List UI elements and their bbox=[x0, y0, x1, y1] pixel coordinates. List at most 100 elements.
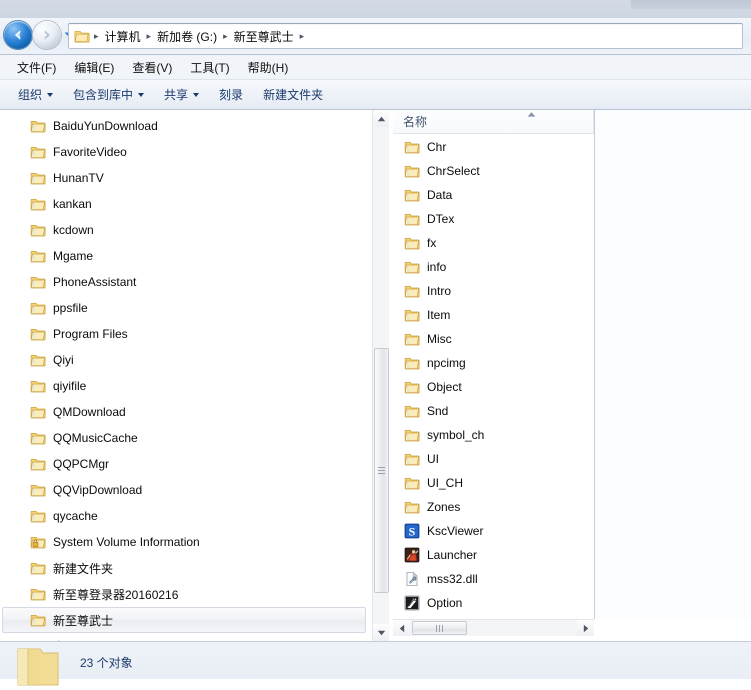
tree-item-label: Mgame bbox=[53, 249, 94, 263]
tree-item[interactable]: HunanTV bbox=[0, 165, 372, 191]
file-list-row[interactable]: ChrSelect bbox=[393, 159, 594, 183]
folder-icon bbox=[404, 382, 420, 394]
tree-item[interactable]: QQVipDownload bbox=[0, 477, 372, 503]
navigation-tree-pane[interactable]: BaiduYunDownload FavoriteVideo HunanTV kank… bbox=[0, 110, 372, 641]
file-list-row[interactable]: UI_CH bbox=[393, 471, 594, 495]
menu-item-3[interactable]: 工具(T) bbox=[181, 56, 238, 79]
breadcrumb-item-1[interactable]: 新加卷 (G:) bbox=[153, 26, 221, 47]
toolbar-button-3[interactable]: 刻录 bbox=[209, 82, 253, 107]
toolbar-button-4[interactable]: 新建文件夹 bbox=[253, 82, 333, 107]
file-list-row[interactable]: Item bbox=[393, 303, 594, 327]
file-list-row-label: Snd bbox=[427, 404, 449, 418]
horizontal-scroll-thumb[interactable] bbox=[412, 621, 467, 635]
tree-item[interactable]: System Volume Information bbox=[0, 529, 372, 555]
file-list-row[interactable]: fx bbox=[393, 231, 594, 255]
menu-item-0[interactable]: 文件(F) bbox=[8, 56, 65, 79]
tree-item-label: 新至尊武士 bbox=[53, 613, 114, 628]
scroll-right-button[interactable] bbox=[577, 620, 594, 636]
breadcrumb-item-2[interactable]: 新至尊武士 bbox=[230, 26, 298, 47]
tree-item[interactable]: Program Files bbox=[0, 321, 372, 347]
tree-item[interactable]: PhoneAssistant bbox=[0, 269, 372, 295]
column-header-name[interactable]: 名称 bbox=[393, 110, 594, 134]
breadcrumb-separator[interactable]: ▸ bbox=[298, 31, 307, 41]
tree-item[interactable]: qycache bbox=[0, 503, 372, 529]
folder-icon bbox=[74, 31, 90, 43]
file-list-row[interactable]: Zones bbox=[393, 495, 594, 519]
triangle-left-icon bbox=[399, 624, 404, 632]
file-list-row[interactable]: Chr bbox=[393, 135, 594, 159]
file-list-row[interactable]: symbol_ch bbox=[393, 423, 594, 447]
tree-item[interactable]: FavoriteVideo bbox=[0, 139, 372, 165]
breadcrumb-item-0[interactable]: 计算机 bbox=[101, 26, 145, 47]
file-list-row[interactable]: Option bbox=[393, 615, 594, 616]
file-list-row[interactable]: npcimg bbox=[393, 351, 594, 375]
scroll-up-button[interactable] bbox=[373, 110, 390, 127]
tree-item[interactable]: Qiyi bbox=[0, 347, 372, 373]
folder-icon bbox=[30, 277, 46, 289]
content-area: BaiduYunDownload FavoriteVideo HunanTV kank… bbox=[0, 110, 751, 641]
tree-item[interactable]: QQMusicCache bbox=[0, 425, 372, 451]
tree-item[interactable]: QMDownload bbox=[0, 399, 372, 425]
forward-button[interactable] bbox=[33, 21, 61, 49]
file-list-row[interactable]: Option bbox=[393, 591, 594, 615]
preview-pane bbox=[595, 110, 751, 619]
tree-item[interactable]: kcdown bbox=[0, 217, 372, 243]
folder-icon bbox=[30, 485, 46, 497]
menu-item-2[interactable]: 查看(V) bbox=[123, 56, 181, 79]
file-list-row[interactable]: DTex bbox=[393, 207, 594, 231]
back-button[interactable] bbox=[4, 21, 32, 49]
status-item-count: 23 个对象 bbox=[80, 656, 133, 670]
file-list-row[interactable]: S KscViewer bbox=[393, 519, 594, 543]
window-controls-area[interactable] bbox=[631, 0, 751, 9]
tree-item[interactable]: BaiduYunDownload bbox=[0, 113, 372, 139]
menu-item-4[interactable]: 帮助(H) bbox=[239, 56, 298, 79]
tree-item-selected[interactable]: 新至尊武士 bbox=[2, 607, 366, 633]
tree-item-label: ppsfile bbox=[53, 301, 88, 315]
file-list-row-label: fx bbox=[427, 236, 437, 250]
file-list-row[interactable]: Object bbox=[393, 375, 594, 399]
tree-item[interactable]: ppsfile bbox=[0, 295, 372, 321]
breadcrumb-separator[interactable]: ▸ bbox=[221, 31, 230, 41]
file-list-row[interactable]: Intro bbox=[393, 279, 594, 303]
tree-item-label: QMDownload bbox=[53, 405, 126, 419]
file-list-row[interactable]: Snd bbox=[393, 399, 594, 423]
scroll-left-button[interactable] bbox=[393, 620, 410, 636]
tree-item-label: QQPCMgr bbox=[53, 457, 110, 471]
tree-item[interactable]: Mgame bbox=[0, 243, 372, 269]
tree-item[interactable]: 音乐 bbox=[0, 633, 372, 642]
tree-item[interactable]: QQPCMgr bbox=[0, 451, 372, 477]
scroll-down-button[interactable] bbox=[373, 624, 390, 641]
breadcrumb-separator[interactable]: ▸ bbox=[145, 31, 154, 41]
toolbar-button-2[interactable]: 共享 bbox=[154, 82, 209, 107]
file-list-row[interactable]: UI bbox=[393, 447, 594, 471]
tree-item[interactable]: kankan bbox=[0, 191, 372, 217]
tree-item-label: System Volume Information bbox=[53, 535, 200, 549]
folder-icon bbox=[30, 173, 46, 185]
folder-icon bbox=[30, 563, 46, 575]
tree-scroll-thumb[interactable] bbox=[374, 348, 389, 593]
toolbar-button-label: 新建文件夹 bbox=[263, 88, 324, 102]
file-list-row[interactable]: Launcher bbox=[393, 543, 594, 567]
file-list-horizontal-scrollbar[interactable] bbox=[393, 619, 594, 636]
toolbar-button-label: 刻录 bbox=[219, 88, 244, 102]
file-list-row-label: info bbox=[427, 260, 447, 274]
tree-vertical-scrollbar[interactable] bbox=[372, 110, 390, 641]
file-list-pane[interactable]: 名称 Chr ChrSelect Data DTex fx info Intro Item Mi… bbox=[393, 110, 751, 641]
file-list-row[interactable]: info bbox=[393, 255, 594, 279]
file-list-row[interactable]: Data bbox=[393, 183, 594, 207]
toolbar-button-0[interactable]: 组织 bbox=[8, 82, 63, 107]
toolbar-button-label: 共享 bbox=[164, 88, 189, 102]
navigation-tree-list: BaiduYunDownload FavoriteVideo HunanTV kank… bbox=[0, 113, 372, 641]
file-list-row[interactable]: mss32.dll bbox=[393, 567, 594, 591]
folder-icon bbox=[30, 381, 46, 393]
tree-item[interactable]: 新建文件夹 bbox=[0, 555, 372, 581]
tree-item[interactable]: qiyifile bbox=[0, 373, 372, 399]
breadcrumb-bar[interactable]: ▸ 计算机 ▸ 新加卷 (G:) ▸ 新至尊武士 ▸ bbox=[68, 23, 743, 49]
folder-icon bbox=[30, 511, 46, 523]
tree-item[interactable]: 新至尊登录器20160216 bbox=[0, 581, 372, 607]
folder-icon bbox=[30, 615, 46, 627]
file-list-row-label: Data bbox=[427, 188, 453, 202]
file-list-row[interactable]: Misc bbox=[393, 327, 594, 351]
toolbar-button-1[interactable]: 包含到库中 bbox=[63, 82, 154, 107]
menu-item-1[interactable]: 编辑(E) bbox=[65, 56, 123, 79]
